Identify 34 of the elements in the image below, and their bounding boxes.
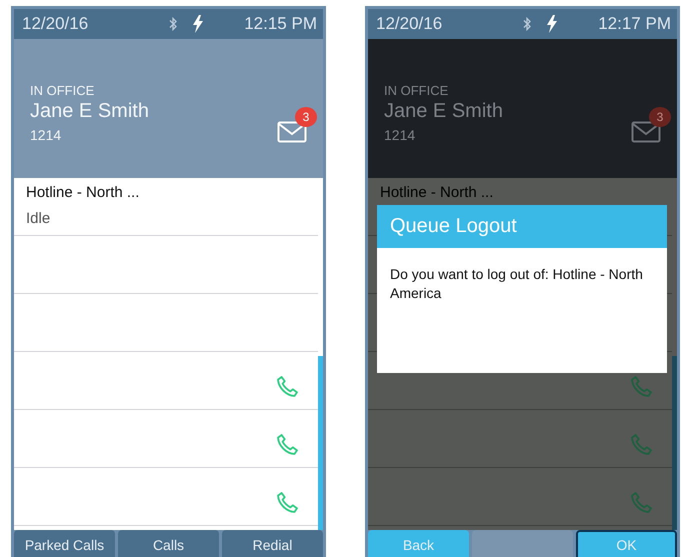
phone-icon [277, 434, 298, 455]
dialog-title: Queue Logout [377, 205, 667, 248]
status-time: 12:15 PM [244, 14, 317, 34]
softkey-button[interactable]: Redial [222, 530, 323, 557]
extension-number: 1214 [30, 127, 62, 143]
blank-softkey[interactable] [472, 530, 573, 557]
lightning-icon [192, 15, 204, 33]
queue-name: Hotline - North ... [26, 185, 140, 201]
bluetooth-icon [522, 16, 532, 32]
user-name: Jane E Smith [384, 100, 503, 123]
phone-icon [631, 434, 652, 455]
mail-button[interactable]: 3 [631, 107, 671, 143]
presence-label: IN OFFICE [30, 83, 94, 98]
dialog-message: Do you want to log out of: Hotline - North America [389, 265, 644, 303]
presence-label: IN OFFICE [384, 83, 448, 98]
status-date: 12/20/16 [376, 14, 442, 34]
softkey-button[interactable]: Parked Calls [14, 530, 115, 557]
user-name: Jane E Smith [30, 100, 149, 123]
status-time: 12:17 PM [598, 14, 671, 34]
queue-status: Idle [26, 210, 50, 227]
extension-number: 1214 [384, 127, 416, 143]
queue-line-item[interactable]: Hotline - North ... Idle [14, 178, 318, 236]
message-count-badge: 3 [649, 107, 671, 127]
lightning-icon [546, 15, 558, 33]
queue-name: Hotline - North ... [380, 185, 494, 201]
status-date: 12/20/16 [22, 14, 88, 34]
bluetooth-icon [168, 16, 178, 32]
phone-icon [631, 376, 652, 397]
phone-icon [277, 376, 298, 397]
softkey-button[interactable]: Calls [118, 530, 219, 557]
phone-icon [277, 492, 298, 513]
phone-icon [631, 492, 652, 513]
mail-button[interactable]: 3 [277, 107, 317, 143]
message-count-badge: 3 [295, 107, 317, 127]
